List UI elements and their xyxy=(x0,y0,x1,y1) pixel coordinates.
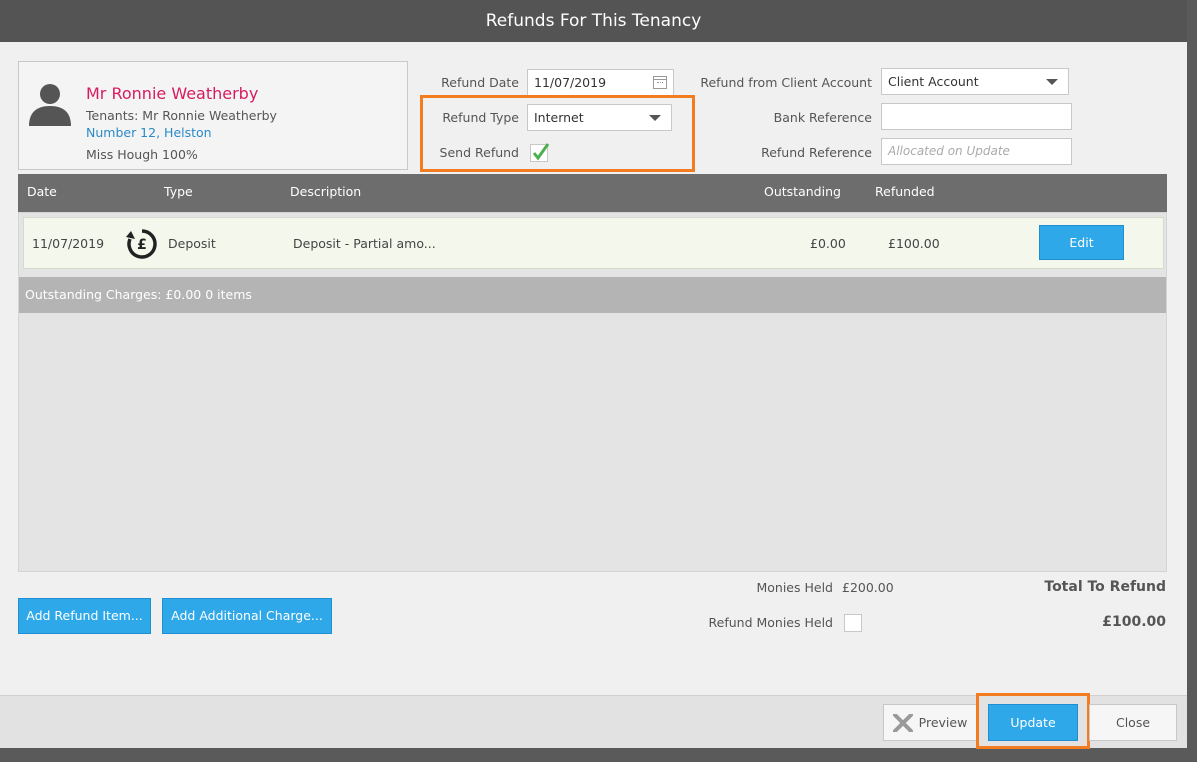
preview-button[interactable]: Preview xyxy=(883,704,977,741)
row-refunded: £100.00 xyxy=(888,236,940,251)
tenants-line: Tenants: Mr Ronnie Weatherby xyxy=(86,108,277,123)
total-to-refund-title: Total To Refund xyxy=(1044,579,1166,595)
property-link[interactable]: Number 12, Helston xyxy=(86,125,212,140)
col-type[interactable]: Type xyxy=(164,184,193,199)
refund-monies-held-checkbox[interactable] xyxy=(844,614,862,632)
refund-type-select[interactable]: Internet xyxy=(527,104,672,131)
refund-date-value: 11/07/2019 xyxy=(534,75,607,90)
client-account-value: Client Account xyxy=(888,74,979,89)
refund-date-label: Refund Date xyxy=(441,75,519,90)
dialog-title: Refunds For This Tenancy xyxy=(0,0,1187,42)
chevron-down-icon xyxy=(1046,79,1058,85)
client-account-label: Refund from Client Account xyxy=(700,75,872,90)
grid-body: 11/07/2019 £ Deposit Deposit - Partial a… xyxy=(18,212,1167,572)
tenant-name[interactable]: Mr Ronnie Weatherby xyxy=(86,84,258,103)
outstanding-summary: Outstanding Charges: £0.00 0 items xyxy=(19,277,1166,313)
row-outstanding: £0.00 xyxy=(810,236,846,251)
table-row[interactable]: 11/07/2019 £ Deposit Deposit - Partial a… xyxy=(23,217,1164,269)
svg-text:£: £ xyxy=(137,237,147,253)
tenant-card: Mr Ronnie Weatherby Tenants: Mr Ronnie W… xyxy=(18,61,408,170)
close-button[interactable]: Close xyxy=(1089,704,1177,741)
refund-pound-icon: £ xyxy=(126,229,157,259)
col-outstanding[interactable]: Outstanding xyxy=(764,184,841,199)
refund-monies-held-label: Refund Monies Held xyxy=(708,615,833,630)
close-x-icon xyxy=(893,714,913,732)
ownership-text: Miss Hough 100% xyxy=(86,147,198,162)
row-date: 11/07/2019 xyxy=(32,236,105,251)
refund-type-label: Refund Type xyxy=(442,110,519,125)
refund-reference-input[interactable]: Allocated on Update xyxy=(881,138,1072,165)
add-refund-item-button[interactable]: Add Refund Item... xyxy=(18,598,151,634)
update-button[interactable]: Update xyxy=(988,704,1078,741)
refund-reference-label: Refund Reference xyxy=(761,145,872,160)
preview-label: Preview xyxy=(918,715,968,730)
col-date[interactable]: Date xyxy=(27,184,57,199)
row-description: Deposit - Partial amo... xyxy=(293,236,436,251)
row-type: Deposit xyxy=(168,236,216,251)
total-to-refund-value: £100.00 xyxy=(1102,614,1166,630)
chevron-down-icon xyxy=(649,115,661,121)
send-refund-label: Send Refund xyxy=(439,145,519,160)
grid-header: Date Type Description Outstanding Refund… xyxy=(18,174,1167,212)
bank-reference-label: Bank Reference xyxy=(773,110,872,125)
calendar-icon[interactable] xyxy=(653,76,667,89)
client-account-select[interactable]: Client Account xyxy=(881,68,1069,95)
edit-button[interactable]: Edit xyxy=(1039,225,1124,260)
add-additional-charge-button[interactable]: Add Additional Charge... xyxy=(162,598,332,634)
col-refunded[interactable]: Refunded xyxy=(875,184,935,199)
bank-reference-input[interactable] xyxy=(881,103,1072,130)
monies-held-value: £200.00 xyxy=(842,580,894,595)
monies-held-label: Monies Held xyxy=(756,580,833,595)
refund-date-field[interactable]: 11/07/2019 xyxy=(527,69,674,96)
refunds-dialog: Refunds For This Tenancy Mr Ronnie Weath… xyxy=(0,0,1187,749)
refund-type-value: Internet xyxy=(534,110,584,125)
person-icon xyxy=(29,84,71,126)
dialog-footer: Preview Update Close xyxy=(0,693,1187,749)
col-description[interactable]: Description xyxy=(290,184,361,199)
send-refund-checkbox[interactable] xyxy=(529,141,551,163)
